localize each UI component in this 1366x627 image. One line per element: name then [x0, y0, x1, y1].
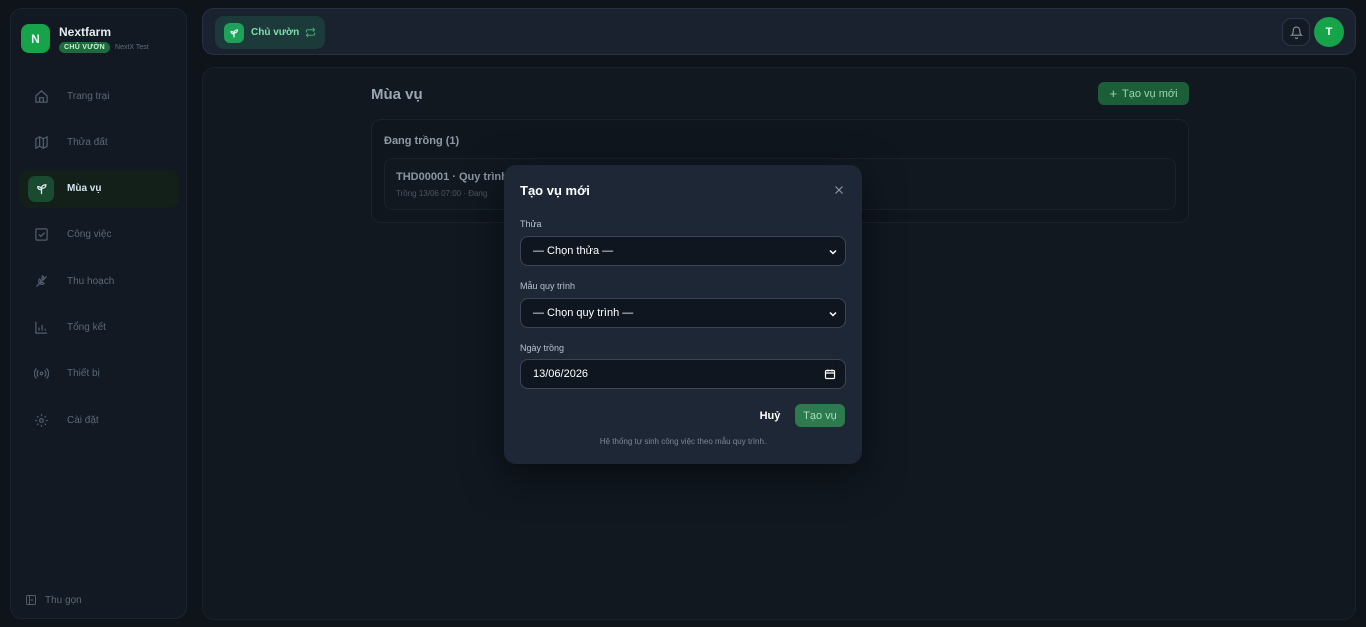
planting-date-input[interactable]: 13/06/2026	[520, 359, 846, 389]
sidebar-item-label: Trang trại	[67, 90, 110, 102]
sidebar-item-label: Thửa đất	[67, 136, 108, 148]
chevron-down-icon	[827, 246, 839, 258]
home-icon	[31, 86, 51, 106]
season-name: THD00001 · Quy trình	[396, 171, 508, 183]
map-icon	[31, 132, 51, 152]
season-meta: Trồng 13/06 07:00 · Đang	[396, 189, 488, 198]
role-switcher[interactable]: Chủ vườn	[215, 16, 325, 49]
sidebar-item-harvest[interactable]: Thu hoạch	[19, 262, 179, 300]
user-avatar[interactable]: T	[1314, 17, 1344, 47]
template-label: Mẫu quy trình	[520, 281, 576, 291]
page-title: Mùa vụ	[371, 86, 423, 103]
section-title: Đang trồng (1)	[384, 135, 460, 147]
create-season-label: Tạo vụ mới	[1122, 87, 1178, 100]
date-label: Ngày trồng	[520, 343, 565, 353]
sidebar-item-label: Mùa vụ	[67, 183, 102, 195]
sidebar-item-farm[interactable]: Trang trại	[19, 77, 179, 115]
modal-title: Tạo vụ mới	[520, 183, 590, 198]
sprout-icon	[224, 22, 244, 43]
sprout-icon	[28, 175, 54, 202]
plot-label: Thửa	[520, 219, 542, 229]
bell-icon	[1289, 26, 1303, 39]
sidebar-item-label: Thu hoạch	[67, 275, 115, 287]
radio-icon	[31, 364, 51, 384]
plus-icon: +	[1109, 86, 1118, 101]
template-select-value: — Chọn quy trình —	[533, 307, 634, 319]
sidebar-item-devices[interactable]: Thiết bị	[19, 355, 179, 393]
gear-icon	[31, 410, 51, 430]
notifications-button[interactable]	[1282, 18, 1310, 46]
submit-button[interactable]: Tạo vụ	[795, 404, 845, 427]
sidebar-item-label: Tổng kết	[67, 321, 106, 333]
sidebar-nav: Trang trại Thửa đất Mùa vụ Công việc Thu…	[19, 77, 179, 447]
wheat-icon	[31, 271, 51, 291]
create-season-modal: Tạo vụ mới Thửa — Chọn thửa — Mẫu quy tr…	[504, 165, 862, 464]
sidebar: N Nextfarm CHỦ VƯỜN NextX Test Trang trạ…	[10, 8, 187, 619]
check-square-icon	[31, 225, 51, 245]
cancel-button[interactable]: Huỷ	[750, 405, 790, 427]
sidebar-item-label: Công việc	[67, 229, 112, 241]
panel-left-icon	[25, 594, 37, 606]
calendar-icon[interactable]	[824, 368, 836, 380]
brand-avatar: N	[21, 24, 50, 53]
sidebar-item-summary[interactable]: Tổng kết	[19, 308, 179, 346]
plot-select-value: — Chọn thửa —	[533, 245, 614, 257]
collapse-sidebar-button[interactable]: Thu gọn	[25, 594, 82, 606]
topbar: Chủ vườn T	[202, 8, 1356, 55]
modal-hint: Hệ thống tự sinh công việc theo mẫu quy …	[599, 437, 767, 446]
create-season-button[interactable]: + Tạo vụ mới	[1098, 82, 1189, 105]
brand-name: Nextfarm	[59, 24, 112, 39]
bar-chart-icon	[31, 317, 51, 337]
sidebar-item-tasks[interactable]: Công việc	[19, 216, 179, 254]
sidebar-item-label: Cài đặt	[67, 414, 99, 426]
template-select[interactable]: — Chọn quy trình —	[520, 298, 846, 328]
sidebar-item-seasons[interactable]: Mùa vụ	[19, 169, 179, 208]
role-badge: CHỦ VƯỜN	[59, 41, 111, 53]
swap-icon	[305, 27, 316, 38]
brand[interactable]: N Nextfarm CHỦ VƯỜN NextX Test	[21, 24, 149, 53]
chevron-down-icon	[827, 308, 839, 320]
org-name: NextX Test	[115, 43, 149, 51]
close-icon[interactable]	[833, 184, 845, 196]
planting-date-value: 13/06/2026	[533, 368, 589, 380]
sidebar-item-plots[interactable]: Thửa đất	[19, 123, 179, 161]
sidebar-item-settings[interactable]: Cài đặt	[19, 401, 179, 439]
sidebar-item-label: Thiết bị	[67, 368, 100, 380]
role-label: Chủ vườn	[251, 27, 300, 38]
plot-select[interactable]: — Chọn thửa —	[520, 236, 846, 266]
collapse-label: Thu gọn	[45, 594, 82, 606]
